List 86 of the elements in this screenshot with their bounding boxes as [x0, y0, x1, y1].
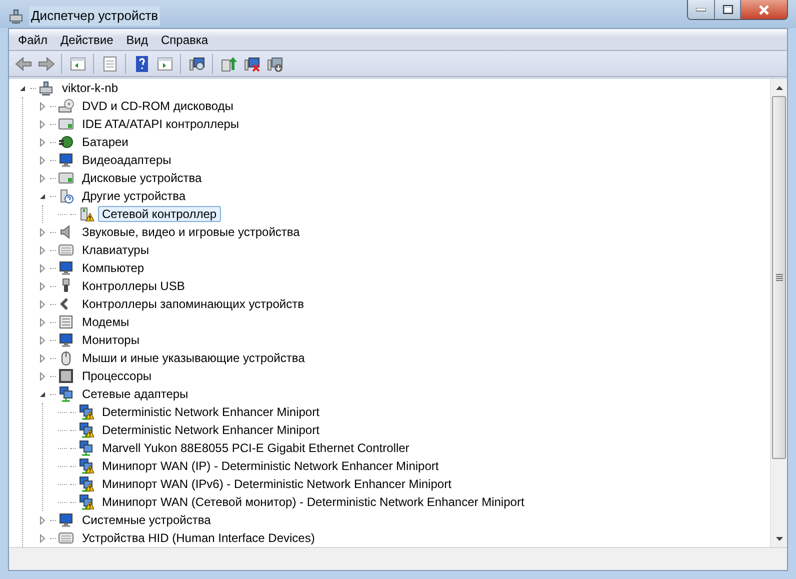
collapse-arrow-icon[interactable] — [18, 84, 27, 92]
close-button[interactable] — [741, 0, 787, 19]
tree-item[interactable]: Клавиатуры — [78, 242, 153, 258]
expand-arrow-icon[interactable] — [38, 516, 47, 524]
properties-icon — [100, 54, 118, 72]
device-icon — [58, 368, 74, 384]
tree-item[interactable]: Контроллеры запоминающих устройств — [78, 296, 308, 312]
close-icon — [758, 4, 770, 14]
device-icon — [58, 332, 74, 348]
minimize-icon — [696, 8, 706, 12]
device-icon — [58, 242, 74, 258]
scan-hardware-icon — [188, 54, 206, 72]
menu-item[interactable]: Действие — [54, 30, 120, 48]
tree-item[interactable]: Минипорт WAN (IPv6) - Deterministic Network Enhancer Miniport — [98, 476, 456, 492]
maximize-button[interactable] — [715, 0, 741, 19]
tree-item[interactable]: Deterministic Network Enhancer Miniport — [98, 422, 324, 438]
tree-item[interactable]: Deterministic Network Enhancer Miniport — [98, 404, 324, 420]
computer-name[interactable]: viktor-k-nb — [58, 80, 122, 96]
window-title: Диспетчер устройств — [29, 6, 160, 26]
expand-arrow-icon[interactable] — [38, 246, 47, 254]
device-icon — [58, 98, 74, 114]
device-icon — [58, 530, 74, 546]
tree-item[interactable]: Батареи — [78, 134, 132, 150]
device-icon — [58, 152, 74, 168]
expand-arrow-icon[interactable] — [38, 174, 47, 182]
device-icon — [8, 8, 24, 24]
expand-arrow-icon[interactable] — [38, 264, 47, 272]
device-icon — [58, 170, 74, 186]
tree-item[interactable]: Минипорт WAN (IP) - Deterministic Network Enhancer Miniport — [98, 458, 443, 474]
tree-item[interactable]: Звуковые, видео и игровые устройства — [78, 224, 304, 240]
expand-arrow-icon[interactable] — [38, 318, 47, 326]
expand-arrow-icon[interactable] — [38, 228, 47, 236]
scroll-thumb[interactable] — [772, 96, 786, 459]
tree-item[interactable]: Мониторы — [78, 332, 144, 348]
collapse-arrow-icon[interactable] — [38, 192, 47, 200]
panel-icon — [68, 54, 86, 72]
expand-arrow-icon[interactable] — [38, 534, 47, 542]
device-icon — [58, 386, 74, 402]
uninstall-device-icon — [266, 54, 284, 72]
tree-item[interactable]: Минипорт WAN (Сетевой монитор) - Deterministic Network Enhancer Miniport — [98, 494, 528, 510]
tree-item[interactable]: Мыши и иные указывающие устройства — [78, 350, 309, 366]
expand-arrow-icon[interactable] — [38, 138, 47, 146]
maximize-icon — [722, 5, 732, 14]
tree-item[interactable]: Системные устройства — [78, 512, 215, 528]
device-icon — [58, 134, 74, 150]
scrollbar[interactable] — [770, 79, 787, 547]
device-icon — [58, 512, 74, 528]
grip-icon — [776, 274, 782, 281]
tree-item[interactable]: Компьютер — [78, 260, 148, 276]
expand-arrow-icon[interactable] — [38, 156, 47, 164]
scroll-up-icon[interactable] — [776, 86, 782, 90]
panel-icon — [156, 54, 174, 72]
tree-item[interactable]: Процессоры — [78, 368, 156, 384]
menu-item[interactable]: Вид — [120, 30, 154, 48]
tree-item[interactable]: Другие устройства — [78, 188, 190, 204]
tree-item[interactable]: Устройства HID (Human Interface Devices) — [78, 530, 319, 546]
back-arrow-icon — [14, 54, 32, 72]
expand-arrow-icon[interactable] — [38, 354, 47, 362]
expand-arrow-icon[interactable] — [38, 372, 47, 380]
menu-item[interactable]: Справка — [155, 30, 214, 48]
tree-item[interactable]: IDE ATA/ATAPI контроллеры — [78, 116, 244, 132]
expand-arrow-icon[interactable] — [38, 336, 47, 344]
menu-item[interactable]: Файл — [12, 30, 54, 48]
update-driver-icon — [220, 54, 238, 72]
expand-arrow-icon[interactable] — [38, 282, 47, 290]
tree-item[interactable]: Сетевой контроллер — [98, 206, 221, 222]
device-icon — [58, 116, 74, 132]
tree-item[interactable]: Модемы — [78, 314, 134, 330]
scroll-down-icon[interactable] — [776, 536, 782, 540]
device-icon — [38, 80, 54, 96]
disable-device-icon — [242, 54, 260, 72]
tree-item[interactable]: Сетевые адаптеры — [78, 386, 192, 402]
expand-arrow-icon[interactable] — [38, 300, 47, 308]
expand-arrow-icon[interactable] — [38, 120, 47, 128]
expand-arrow-icon[interactable] — [38, 102, 47, 110]
tree-item[interactable]: Контроллеры USB — [78, 278, 189, 294]
collapse-arrow-icon[interactable] — [38, 390, 47, 398]
device-icon — [58, 260, 74, 276]
tree-item[interactable]: Дисковые устройства — [78, 170, 206, 186]
tree-item[interactable]: DVD и CD-ROM дисководы — [78, 98, 238, 114]
tree-item[interactable]: Marvell Yukon 88E8055 PCI-E Gigabit Ethernet Controller — [98, 440, 414, 456]
device-icon — [58, 188, 74, 204]
tree-item[interactable]: Видеоадаптеры — [78, 152, 176, 168]
minimize-button[interactable] — [688, 0, 715, 19]
device-icon — [58, 314, 74, 330]
forward-arrow-icon — [36, 54, 54, 72]
